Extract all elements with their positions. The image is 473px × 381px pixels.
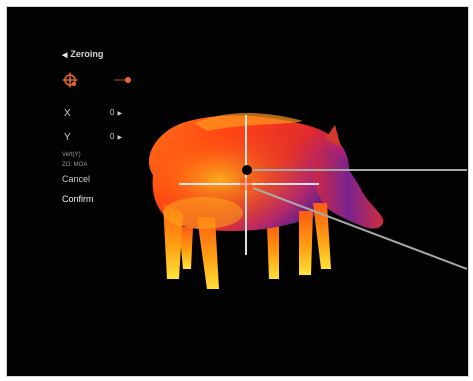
boar-silhouette [149, 113, 384, 289]
zoom-info: ZO: MOA [62, 162, 88, 168]
reticle-icon [62, 72, 78, 88]
y-offset-row[interactable]: Y 0 ▶ [64, 132, 136, 144]
zeroing-title[interactable]: ◀ Zeroing [62, 49, 103, 59]
x-value: 0 ▶ [110, 108, 123, 117]
vert-info: Vert(Y) [62, 152, 81, 158]
y-value: 0 ▶ [110, 132, 123, 141]
triangle-right-icon: ▶ [117, 135, 123, 141]
thermal-viewport: ◀ Zeroing X 0 ▶ Y 0 ▶ Vert(Y) ZO: MOA Cance… [6, 6, 469, 377]
y-label: Y [64, 132, 71, 143]
impact-point-dot [242, 165, 252, 175]
thermal-scene [149, 113, 468, 289]
reticle-toggle-row[interactable] [62, 72, 142, 88]
triangle-right-icon: ▶ [117, 111, 123, 117]
x-label: X [64, 108, 71, 119]
reticle-toggle[interactable] [114, 77, 132, 83]
toggle-knob [125, 77, 131, 83]
confirm-button[interactable]: Confirm [62, 194, 94, 204]
x-offset-row[interactable]: X 0 ▶ [64, 108, 136, 120]
chevron-left-icon: ◀ [62, 52, 68, 59]
cancel-button[interactable]: Cancel [62, 174, 90, 184]
